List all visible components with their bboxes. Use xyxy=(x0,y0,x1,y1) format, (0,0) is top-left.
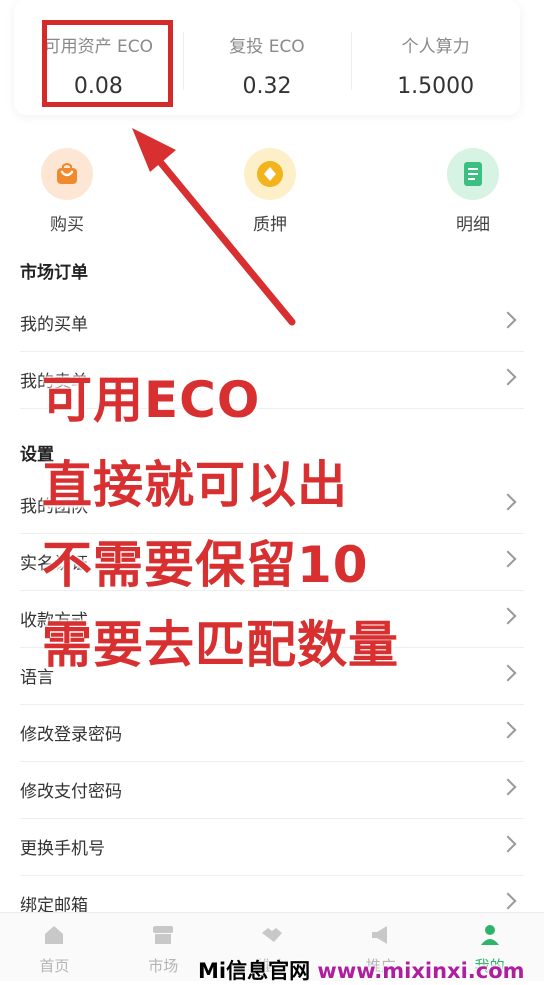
handshake-icon xyxy=(261,928,282,942)
menu-row-change-phone[interactable]: 更换手机号 xyxy=(20,818,524,876)
home-icon xyxy=(45,926,64,944)
annotation-line: 需要去匹配数量 xyxy=(42,616,399,674)
menu-row-label: 修改支付密码 xyxy=(20,782,122,802)
menu-row-label: 修改登录密码 xyxy=(20,725,122,745)
menu-row-change-payment-password[interactable]: 修改支付密码 xyxy=(20,761,524,819)
chevron-right-icon xyxy=(499,835,517,853)
tab-label: 市场 xyxy=(148,957,179,975)
tab-home[interactable]: 首页 xyxy=(0,913,109,981)
menu-row-change-login-password[interactable]: 修改登录密码 xyxy=(20,704,524,762)
annotation-line: 直接就可以出 xyxy=(42,456,348,514)
market-icon xyxy=(153,926,174,944)
megaphone-icon xyxy=(371,926,387,944)
annotation-line: 不需要保留10 xyxy=(42,536,369,594)
tab-label: 首页 xyxy=(39,957,70,975)
chevron-right-icon xyxy=(499,664,517,682)
menu-row-label: 更换手机号 xyxy=(20,839,105,859)
chevron-right-icon xyxy=(499,778,517,796)
annotation-line: 可用ECO xyxy=(42,371,261,429)
watermark-url: www.mixinxi.com xyxy=(317,959,525,983)
site-watermark: Mi信息官网 www.mixinxi.com xyxy=(198,955,525,985)
chevron-right-icon xyxy=(499,493,517,511)
chevron-right-icon xyxy=(499,550,517,568)
chevron-right-icon xyxy=(499,721,517,739)
person-icon xyxy=(480,925,499,945)
watermark-site-name: Mi信息官网 xyxy=(198,959,311,983)
chevron-right-icon xyxy=(499,607,517,625)
annotation-arrow xyxy=(132,128,296,326)
chevron-right-icon xyxy=(499,892,517,910)
